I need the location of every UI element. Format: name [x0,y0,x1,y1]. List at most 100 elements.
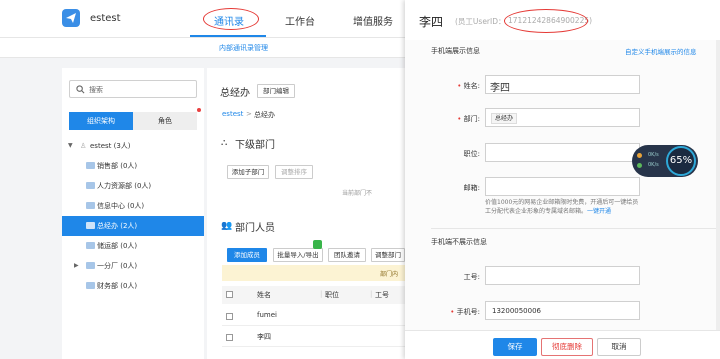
tree-item[interactable]: 信息中心 (0人) [62,196,204,216]
tab-roles[interactable]: 角色 [133,112,197,130]
save-button[interactable]: 保存 [493,338,537,356]
download-dot-icon [637,163,642,168]
position-label: 职位: [463,150,480,158]
folder-icon [86,242,95,249]
search-input[interactable]: 搜索 [69,80,197,98]
row-checkbox[interactable] [226,313,233,320]
name-label: • 姓名: [457,82,480,90]
adjust-department-button[interactable]: 调整部门 [371,248,405,262]
tree-item-label: 信息中心 (0人) [97,202,145,210]
notice-bar: 部门内 [222,265,405,281]
org-sidebar: 搜索 组织架构 角色 ▼ ♙ estest (3人) 销售部 (0人) 人力资源… [62,68,204,359]
tab-workbench[interactable]: 工作台 [285,13,315,28]
table-header: 姓名 | 职位 | 工号 [222,286,405,304]
column-divider: | [320,290,323,298]
notification-dot [197,108,201,112]
internal-contacts-link[interactable]: 内部通讯录管理 [219,43,268,53]
folder-icon [86,182,95,189]
add-member-button[interactable]: 添加成员 [227,248,267,262]
column-header-position: 职位 [325,291,339,299]
enable-email-link[interactable]: 一键开通 [587,208,611,215]
folder-icon [86,222,95,229]
phone-value: 13200050006 [492,307,541,315]
member-name: 李四 [257,333,271,341]
visible-info-heading: 手机端展示信息 [431,47,480,55]
column-header-name: 姓名 [257,291,271,299]
user-id-label: (员工UserID： [455,17,506,26]
caret-right-icon[interactable]: ▶ [74,256,79,276]
upload-speed: 0K/s [648,152,659,158]
search-icon [76,85,85,94]
new-badge-icon [313,240,322,249]
divider [431,228,716,229]
tab-org-structure[interactable]: 组织架构 [69,112,133,130]
sub-department-title: 下级部门 [235,140,275,151]
batch-import-export-button[interactable]: 批量导入/导出 [273,248,323,262]
caret-down-icon[interactable]: ▼ [68,136,73,156]
name-value: 李四 [490,83,510,94]
select-all-checkbox[interactable] [226,291,233,298]
people-icon: 👥 [221,221,233,231]
network-speed-widget[interactable]: 0K/s 0K/s 65% [632,145,698,177]
member-name-title: 李四 [419,15,444,29]
position-field[interactable] [485,143,640,162]
tab-value-added[interactable]: 增值服务 [353,13,393,28]
tree-root[interactable]: ▼ ♙ estest (3人) [62,136,204,156]
name-field[interactable]: 李四 [485,75,640,94]
edit-department-button[interactable]: 部门编辑 [257,84,295,98]
drawer-form: 手机端展示信息 自定义手机端展示的信息 • 姓名: 李四 • 部门: 总经办 职… [405,40,720,330]
company-name: estest [90,13,121,24]
table-row[interactable]: 李四 [222,327,405,347]
annotation-circle [203,8,259,30]
breadcrumb-root[interactable]: estest [222,110,243,118]
job-no-label: 工号: [463,273,480,281]
email-field[interactable] [485,177,640,196]
drawer-footer: 保存 彻底删除 取消 [405,330,720,359]
tree-root-label: estest (3人) [90,142,131,150]
org-icon: ♙ [80,142,87,150]
department-tag: 总经办 [491,113,518,124]
tree-item-label: 一分厂 (0人) [97,262,138,270]
adjust-order-button[interactable]: 调整排序 [275,165,313,179]
department-panel: 总经办 部门编辑 estest > 总经办 ⛬ 下级部门 添加子部门 调整排序 … [207,68,405,359]
memory-percent: 65% [666,146,696,176]
cancel-button[interactable]: 取消 [597,338,641,356]
department-label: • 部门: [457,115,480,123]
add-sub-department-button[interactable]: 添加子部门 [227,165,269,179]
delete-button[interactable]: 彻底删除 [541,338,593,356]
job-no-field[interactable] [485,266,640,285]
tree-item-label: 人力资源部 (0人) [97,182,152,190]
tree-item[interactable]: 销售部 (0人) [62,156,204,176]
upload-dot-icon [637,153,642,158]
tree-item[interactable]: 储运部 (0人) [62,236,204,256]
drawer-scrollbar[interactable] [716,40,720,330]
team-invite-button[interactable]: 团队邀请 [328,248,366,262]
member-detail-drawer: 李四 (员工UserID： 17121242864900225) 手机端展示信息… [405,0,720,359]
department-field[interactable]: 总经办 [485,108,640,127]
tree-item-label: 储运部 (0人) [97,242,138,250]
active-tab-indicator [190,35,266,37]
tree-item[interactable]: ▶ 一分厂 (0人) [62,256,204,276]
table-row[interactable]: fumei [222,306,405,326]
drawer-header: 李四 (员工UserID： 17121242864900225) [405,0,720,40]
notice-text: 部门内 [380,271,399,278]
folder-icon [86,202,95,209]
hidden-info-heading: 手机端不展示信息 [431,238,487,246]
column-header-job-no: 工号 [375,291,389,299]
folder-icon [86,262,95,269]
annotation-circle [504,9,588,33]
page-title: 总经办 [220,88,250,99]
search-placeholder: 搜索 [89,86,103,94]
breadcrumb-separator: > [246,110,252,118]
tree-item-label: 销售部 (0人) [97,162,138,170]
tree-item-selected[interactable]: 总经办 (2人) [62,216,204,236]
tree-item-label: 财务部 (0人) [97,282,138,290]
custom-display-link[interactable]: 自定义手机端展示的信息 [625,46,697,56]
tree-item[interactable]: 财务部 (0人) [62,276,204,296]
email-promo-note: 价值1000元的网易企业邮箱限时免费，开通后可一键给员工分配代表企业形象的专属域… [485,198,640,216]
tree-item[interactable]: 人力资源部 (0人) [62,176,204,196]
member-name: fumei [257,311,277,319]
tree-item-label: 总经办 (2人) [97,222,138,230]
phone-field[interactable]: 13200050006 [485,301,640,320]
row-checkbox[interactable] [226,334,233,341]
